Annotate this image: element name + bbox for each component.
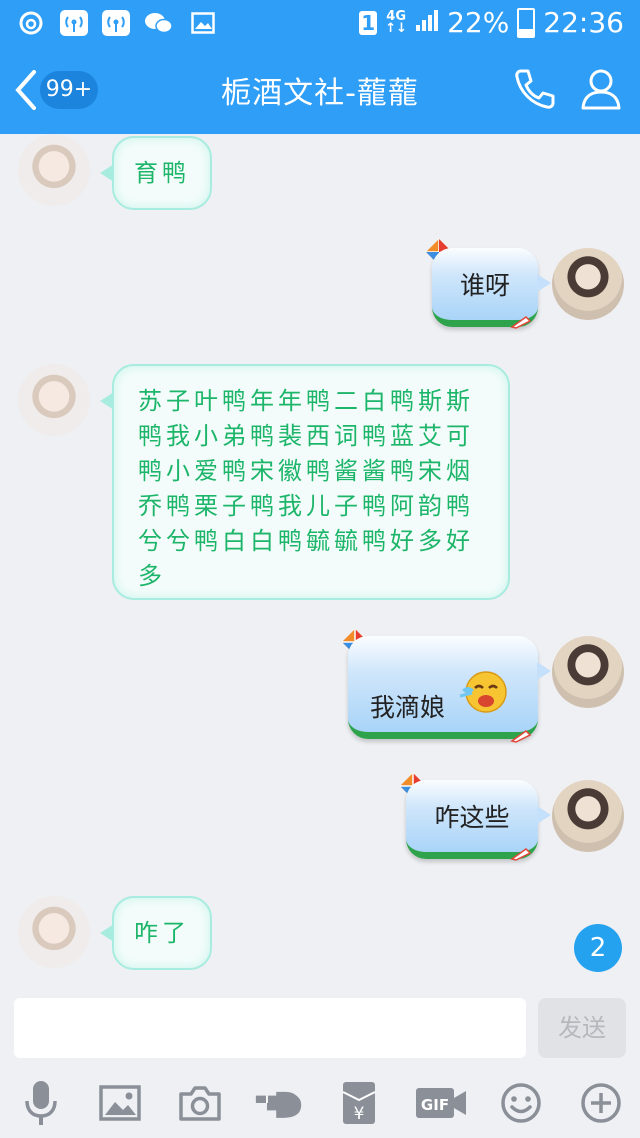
phone-call-icon[interactable] — [512, 66, 558, 116]
mic-icon[interactable] — [16, 1078, 66, 1128]
send-button[interactable]: 发送 — [538, 998, 626, 1058]
svg-text:¥: ¥ — [354, 1104, 365, 1124]
signal-icon — [415, 6, 439, 39]
my-avatar[interactable] — [552, 780, 624, 852]
incoming-message[interactable]: 苏子叶鸭年年鸭二白鸭斯斯鸭我小弟鸭裴西词鸭蓝艾可鸭小爱鸭宋徽鸭酱酱鸭宋烟乔鸭栗子… — [100, 364, 510, 600]
my-avatar[interactable] — [552, 248, 624, 320]
gif-icon[interactable]: GIF — [414, 1078, 468, 1128]
message-input[interactable] — [14, 998, 526, 1058]
chat-header: 99+ 栀酒文社-蘢蘢 — [0, 46, 640, 134]
emoji-icon[interactable] — [496, 1078, 546, 1128]
incoming-message[interactable]: 育鸭 — [100, 136, 212, 210]
camera-icon[interactable] — [175, 1078, 225, 1128]
wechat-icon — [144, 9, 174, 37]
hotspot-icon — [60, 10, 88, 36]
clock: 22:36 — [543, 6, 624, 39]
new-messages-badge[interactable]: 2 — [574, 924, 622, 972]
plus-icon[interactable] — [576, 1078, 626, 1128]
rocket-icon — [510, 314, 532, 329]
network-type: 4G ↑↓ — [385, 8, 408, 36]
rocket-icon — [510, 846, 532, 861]
my-avatar[interactable] — [552, 636, 624, 708]
contact-avatar[interactable] — [18, 896, 90, 968]
incoming-message[interactable]: 咋了 — [100, 896, 212, 970]
outgoing-message[interactable]: 我滴娘 — [348, 636, 551, 739]
rocket-icon — [510, 728, 532, 743]
image-icon[interactable] — [95, 1078, 145, 1128]
red-packet-icon[interactable]: ¥ — [334, 1078, 384, 1128]
status-bar: 1 4G ↑↓ 22% 22:36 — [0, 0, 640, 46]
sim-indicator: 1 — [359, 10, 378, 35]
svg-text:GIF: GIF — [421, 1096, 449, 1114]
hand-point-icon[interactable] — [254, 1078, 304, 1128]
profile-icon[interactable] — [578, 66, 624, 116]
crying-laugh-emoji-icon — [458, 666, 510, 724]
hotspot-icon — [102, 10, 130, 36]
battery-icon — [517, 7, 536, 38]
contact-avatar[interactable] — [18, 134, 90, 206]
input-toolbar: ¥ GIF — [0, 1072, 640, 1138]
battery-percent: 22% — [447, 6, 510, 39]
netease-music-icon — [16, 9, 46, 37]
gallery-icon — [188, 9, 218, 37]
contact-avatar[interactable] — [18, 364, 90, 436]
